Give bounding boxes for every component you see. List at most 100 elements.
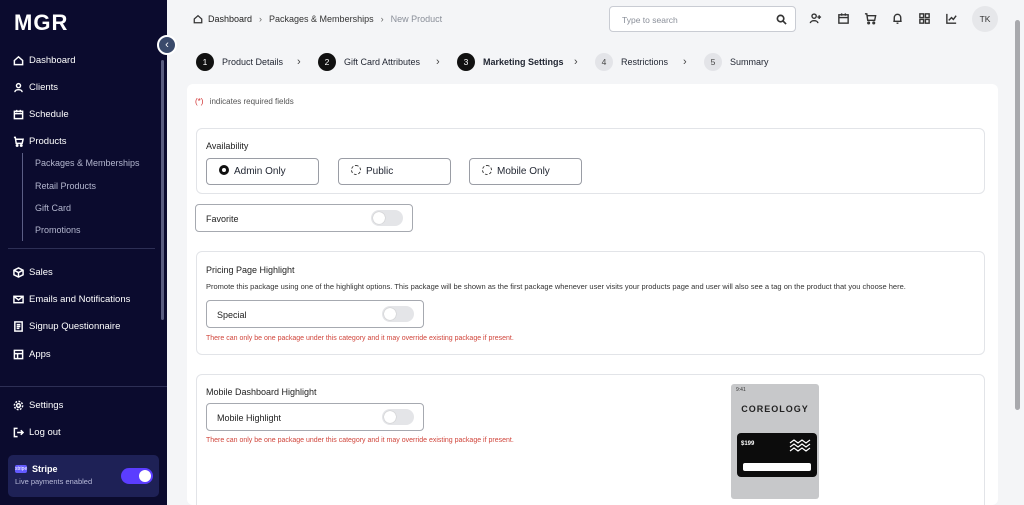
stripe-toggle[interactable]: [121, 468, 153, 484]
sidebar-item-signup[interactable]: Signup Questionnaire: [12, 320, 120, 332]
search-input[interactable]: Type to search: [609, 6, 796, 32]
analytics-icon[interactable]: [945, 12, 959, 26]
preview-package-card: $199: [737, 433, 817, 477]
mobile-preview-image: 9:41 COREOLOGY $199: [731, 384, 819, 499]
step-gift-card-attributes[interactable]: 2 Gift Card Attributes: [318, 53, 420, 71]
breadcrumb: Dashboard › Packages & Memberships › New…: [193, 14, 442, 24]
radio-unselected-icon: [482, 164, 492, 175]
calendar-icon: [12, 108, 24, 120]
radio-public[interactable]: Public: [338, 158, 451, 185]
sidebar-item-label: Apps: [29, 348, 51, 360]
submenu-item-retail[interactable]: Retail Products: [35, 181, 96, 191]
home-icon[interactable]: [193, 14, 203, 24]
header: Dashboard › Packages & Memberships › New…: [167, 0, 1024, 40]
radio-mobile-only[interactable]: Mobile Only: [469, 158, 582, 185]
chevron-right-icon: ›: [574, 56, 578, 68]
radio-label: Public: [366, 166, 394, 177]
search-placeholder: Type to search: [622, 15, 678, 25]
sidebar-item-logout[interactable]: Log out: [12, 426, 61, 438]
apps-icon: [12, 348, 24, 360]
calendar-icon[interactable]: [837, 12, 851, 26]
sidebar-item-emails[interactable]: Emails and Notifications: [12, 293, 130, 305]
step-label: Restrictions: [621, 57, 669, 67]
step-product-details[interactable]: 1 Product Details: [196, 53, 283, 71]
pricing-highlight-description: Promote this package using one of the hi…: [206, 282, 906, 291]
special-toggle[interactable]: [382, 306, 414, 322]
logout-icon: [12, 426, 24, 438]
breadcrumb-dashboard[interactable]: Dashboard: [208, 14, 252, 24]
products-submenu: Packages & Memberships Retail Products G…: [22, 153, 140, 241]
pricing-highlight-title: Pricing Page Highlight: [206, 265, 295, 275]
cart-icon: [12, 135, 24, 147]
mail-icon: [12, 293, 24, 305]
mobile-highlight-card: Mobile Dashboard Highlight Mobile Highli…: [196, 374, 985, 505]
step-label: Marketing Settings: [483, 57, 564, 67]
bell-icon[interactable]: [891, 12, 905, 26]
favorite-toggle[interactable]: [371, 210, 403, 226]
sidebar-item-label: Signup Questionnaire: [29, 320, 121, 332]
collapse-sidebar-button[interactable]: ‹: [157, 35, 177, 55]
radio-unselected-icon: [351, 164, 361, 175]
radio-label: Admin Only: [234, 166, 286, 177]
submenu-item-giftcard[interactable]: Gift Card: [35, 203, 71, 213]
cart-icon[interactable]: [864, 12, 878, 26]
sidebar-item-label: Products: [29, 135, 67, 147]
mobile-highlight-toggle[interactable]: [382, 409, 414, 425]
sidebar-item-label: Clients: [29, 81, 59, 93]
add-user-icon[interactable]: [809, 12, 823, 26]
home-icon: [12, 54, 24, 66]
stripe-card: stripe Stripe Live payments enabled: [8, 455, 159, 497]
special-label: Special: [217, 310, 247, 320]
step-label: Product Details: [222, 57, 284, 67]
stripe-title: Stripe: [32, 464, 58, 474]
chevron-right-icon: ›: [380, 14, 384, 24]
divider: [8, 248, 155, 249]
sidebar-item-products[interactable]: Products: [12, 135, 67, 147]
wave-icon: [789, 439, 811, 452]
submenu-item-packages[interactable]: Packages & Memberships: [35, 158, 140, 168]
step-restrictions[interactable]: 4 Restrictions: [595, 53, 668, 71]
search-icon[interactable]: [776, 14, 787, 25]
sidebar-scrollbar[interactable]: [161, 60, 164, 320]
main-scrollbar[interactable]: [1015, 20, 1020, 410]
sidebar-item-dashboard[interactable]: Dashboard: [12, 54, 75, 66]
sidebar-item-schedule[interactable]: Schedule: [12, 108, 69, 120]
sidebar-item-clients[interactable]: Clients: [12, 81, 58, 93]
radio-admin-only[interactable]: Admin Only: [206, 158, 319, 185]
sidebar-item-apps[interactable]: Apps: [12, 348, 51, 360]
radio-label: Mobile Only: [497, 166, 550, 177]
avatar[interactable]: TK: [972, 6, 998, 32]
chevron-right-icon: ›: [436, 56, 440, 68]
preview-button: [743, 463, 811, 471]
app-logo[interactable]: MGR: [14, 10, 68, 36]
step-number: 3: [457, 53, 475, 71]
breadcrumb-packages[interactable]: Packages & Memberships: [269, 14, 374, 24]
favorite-label: Favorite: [206, 214, 239, 224]
sidebar-item-label: Dashboard: [29, 54, 76, 66]
submenu-item-promotions[interactable]: Promotions: [35, 225, 81, 235]
stripe-logo: stripe: [15, 465, 28, 473]
phone-status-time: 9:41: [736, 387, 746, 393]
required-marker: (*): [195, 97, 204, 106]
form-icon: [12, 320, 24, 332]
step-number: 2: [318, 53, 336, 71]
divider: [0, 386, 167, 387]
special-field: Special: [206, 300, 424, 328]
step-label: Summary: [730, 57, 769, 67]
preview-brand: COREOLOGY: [741, 404, 809, 414]
qr-code-icon[interactable]: [918, 12, 932, 26]
sidebar-item-label: Settings: [29, 399, 64, 411]
step-summary[interactable]: 5 Summary: [704, 53, 769, 71]
radio-selected-icon: [219, 164, 229, 175]
sidebar-item-sales[interactable]: Sales: [12, 266, 53, 278]
step-marketing-settings[interactable]: 3 Marketing Settings: [457, 53, 564, 71]
pricing-highlight-card: Pricing Page Highlight Promote this pack…: [196, 251, 985, 355]
step-label: Gift Card Attributes: [344, 57, 421, 67]
sidebar-item-settings[interactable]: Settings: [12, 399, 63, 411]
breadcrumb-current: New Product: [390, 14, 443, 24]
availability-card: Availability Admin Only Public Mobile On…: [196, 128, 985, 194]
sidebar-item-label: Schedule: [29, 108, 69, 120]
availability-title: Availability: [206, 141, 249, 151]
sidebar-item-label: Sales: [29, 266, 53, 278]
pricing-highlight-warning: There can only be one package under this…: [206, 335, 514, 342]
